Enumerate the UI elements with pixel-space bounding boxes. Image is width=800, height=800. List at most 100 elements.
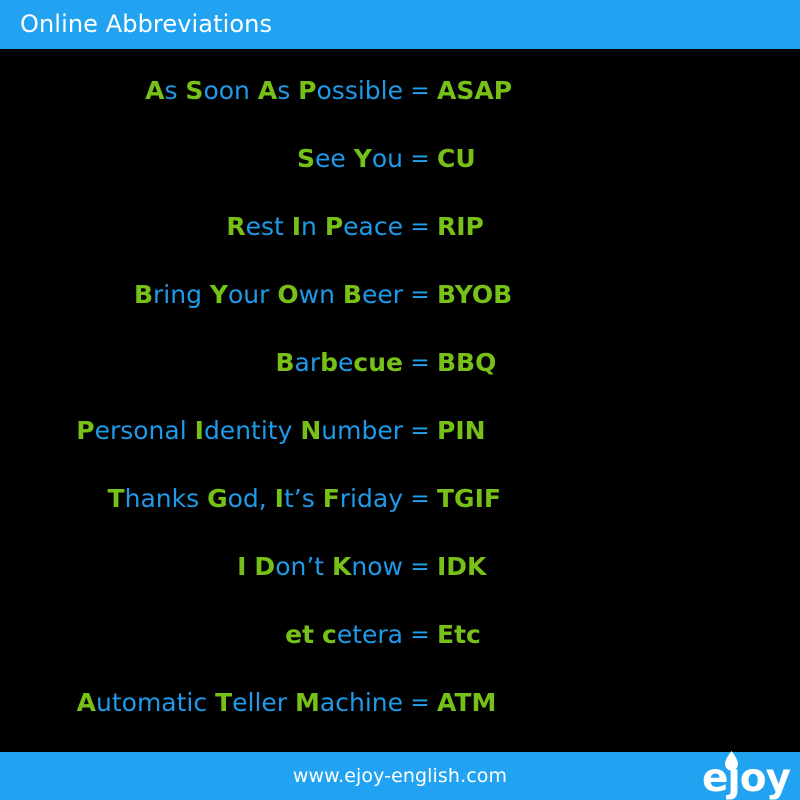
equals-sign: =: [410, 214, 430, 240]
equals-sign: =: [410, 350, 430, 376]
phrase-body: oon: [203, 76, 258, 105]
phrase-initial: O: [277, 280, 299, 309]
phrase-body: s: [277, 76, 299, 105]
phrase-body: ar: [294, 348, 321, 377]
equals-sign: =: [410, 282, 430, 308]
phrase-body: ersonal: [94, 416, 195, 445]
phrase-body: [314, 620, 322, 649]
phrase-initial: et: [285, 620, 315, 649]
abbreviation-row: Barbecue = BBQ: [0, 340, 800, 386]
phrase-body: s: [164, 76, 186, 105]
phrase-initial: D: [254, 552, 276, 581]
phrase-initial: Y: [353, 144, 372, 173]
equals-sign: =: [410, 146, 430, 172]
equals-sign: =: [410, 486, 430, 512]
phrase-body: dentity: [203, 416, 301, 445]
phrase-text: Bring Your Own Beer: [0, 278, 403, 312]
page-title: Online Abbreviations: [20, 10, 273, 38]
phrase-initial: c: [322, 620, 337, 649]
phrase-body: riday: [339, 484, 403, 513]
phrase-initial: T: [215, 688, 233, 717]
phrase-body: ou: [371, 144, 403, 173]
phrase-text: Barbecue: [0, 346, 403, 380]
abbreviation-row: See You = CU: [0, 136, 800, 182]
phrase-initial: S: [185, 76, 204, 105]
phrase-body: hanks: [124, 484, 208, 513]
phrase-body: etera: [336, 620, 403, 649]
abbreviation-row: Automatic Teller Machine = ATM: [0, 680, 800, 726]
abbreviation-row: As Soon As Possible = ASAP: [0, 68, 800, 114]
phrase-body: our: [228, 280, 278, 309]
phrase-body: ee: [315, 144, 354, 173]
abbreviation-row: I Don’t Know = IDK: [0, 544, 800, 590]
abbreviation-text: ATM: [437, 688, 497, 717]
phrase-body: eace: [343, 212, 403, 241]
phrase-body: t’s: [283, 484, 323, 513]
phrase-body: od,: [227, 484, 275, 513]
abbreviation-row: Bring Your Own Beer = BYOB: [0, 272, 800, 318]
phrase-text: Personal Identity Number: [0, 414, 403, 448]
abbreviation-row: Personal Identity Number = PIN: [0, 408, 800, 454]
abbreviation-text: RIP: [437, 212, 484, 241]
phrase-initial: P: [76, 416, 95, 445]
phrase-text: Rest In Peace: [0, 210, 403, 244]
phrase-initial: B: [342, 280, 362, 309]
abbreviation-row: Rest In Peace = RIP: [0, 204, 800, 250]
phrase-initial: cue: [353, 348, 403, 377]
phrase-text: Automatic Teller Machine: [0, 686, 403, 720]
ejoy-logo-text: ejoy: [701, 756, 791, 800]
phrase-initial: F: [322, 484, 340, 513]
equals-sign: =: [410, 554, 430, 580]
phrase-initial: A: [76, 688, 96, 717]
phrase-initial: A: [145, 76, 165, 105]
phrase-text: Thanks God, It’s Friday: [0, 482, 403, 516]
phrase-body: eller: [232, 688, 296, 717]
phrase-text: As Soon As Possible: [0, 74, 403, 108]
abbreviation-text: BBQ: [437, 348, 497, 377]
phrase-text: I Don’t Know: [0, 550, 403, 584]
phrase-text: See You: [0, 142, 403, 176]
abbreviation-text: CU: [437, 144, 476, 173]
phrase-text: et cetera: [0, 618, 403, 652]
phrase-initial: P: [298, 76, 317, 105]
ejoy-logo[interactable]: ejoy: [678, 751, 791, 800]
abbreviation-text: IDK: [437, 552, 487, 581]
phrase-initial: T: [107, 484, 125, 513]
phrase-body: now: [351, 552, 403, 581]
abbreviation-row: Thanks God, It’s Friday = TGIF: [0, 476, 800, 522]
abbreviation-list: As Soon As Possible = ASAP See You = CU Rest I…: [0, 49, 800, 752]
phrase-initial: I: [274, 484, 284, 513]
equals-sign: =: [410, 690, 430, 716]
abbreviation-text: ASAP: [437, 76, 513, 105]
equals-sign: =: [410, 78, 430, 104]
phrase-body: n: [301, 212, 325, 241]
abbreviation-row: et cetera = Etc: [0, 612, 800, 658]
phrase-body: wn: [298, 280, 343, 309]
header-bar: Online Abbreviations: [0, 0, 800, 49]
abbreviation-text: Etc: [437, 620, 481, 649]
equals-sign: =: [410, 622, 430, 648]
phrase-initial: I: [194, 416, 204, 445]
phrase-body: on’t: [275, 552, 333, 581]
phrase-initial: G: [207, 484, 228, 513]
phrase-body: achine: [319, 688, 403, 717]
phrase-initial: P: [324, 212, 344, 241]
equals-sign: =: [410, 418, 430, 444]
abbreviation-text: PIN: [437, 416, 486, 445]
phrase-initial: I: [291, 212, 302, 241]
abbreviations-poster: Online Abbreviations As Soon As Possible…: [0, 0, 800, 800]
phrase-initial: R: [226, 212, 246, 241]
phrase-initial: S: [297, 144, 316, 173]
phrase-body: eer: [361, 280, 403, 309]
phrase-initial: K: [332, 552, 352, 581]
phrase-initial: N: [300, 416, 322, 445]
phrase-initial: A: [257, 76, 278, 105]
abbreviation-text: TGIF: [437, 484, 501, 513]
abbreviation-text: BYOB: [437, 280, 513, 309]
phrase-initial: B: [133, 280, 153, 309]
phrase-initial: b: [320, 348, 339, 377]
phrase-body: est: [245, 212, 292, 241]
phrase-initial: Y: [209, 280, 228, 309]
phrase-body: ring: [153, 280, 210, 309]
phrase-initial: M: [295, 688, 320, 717]
